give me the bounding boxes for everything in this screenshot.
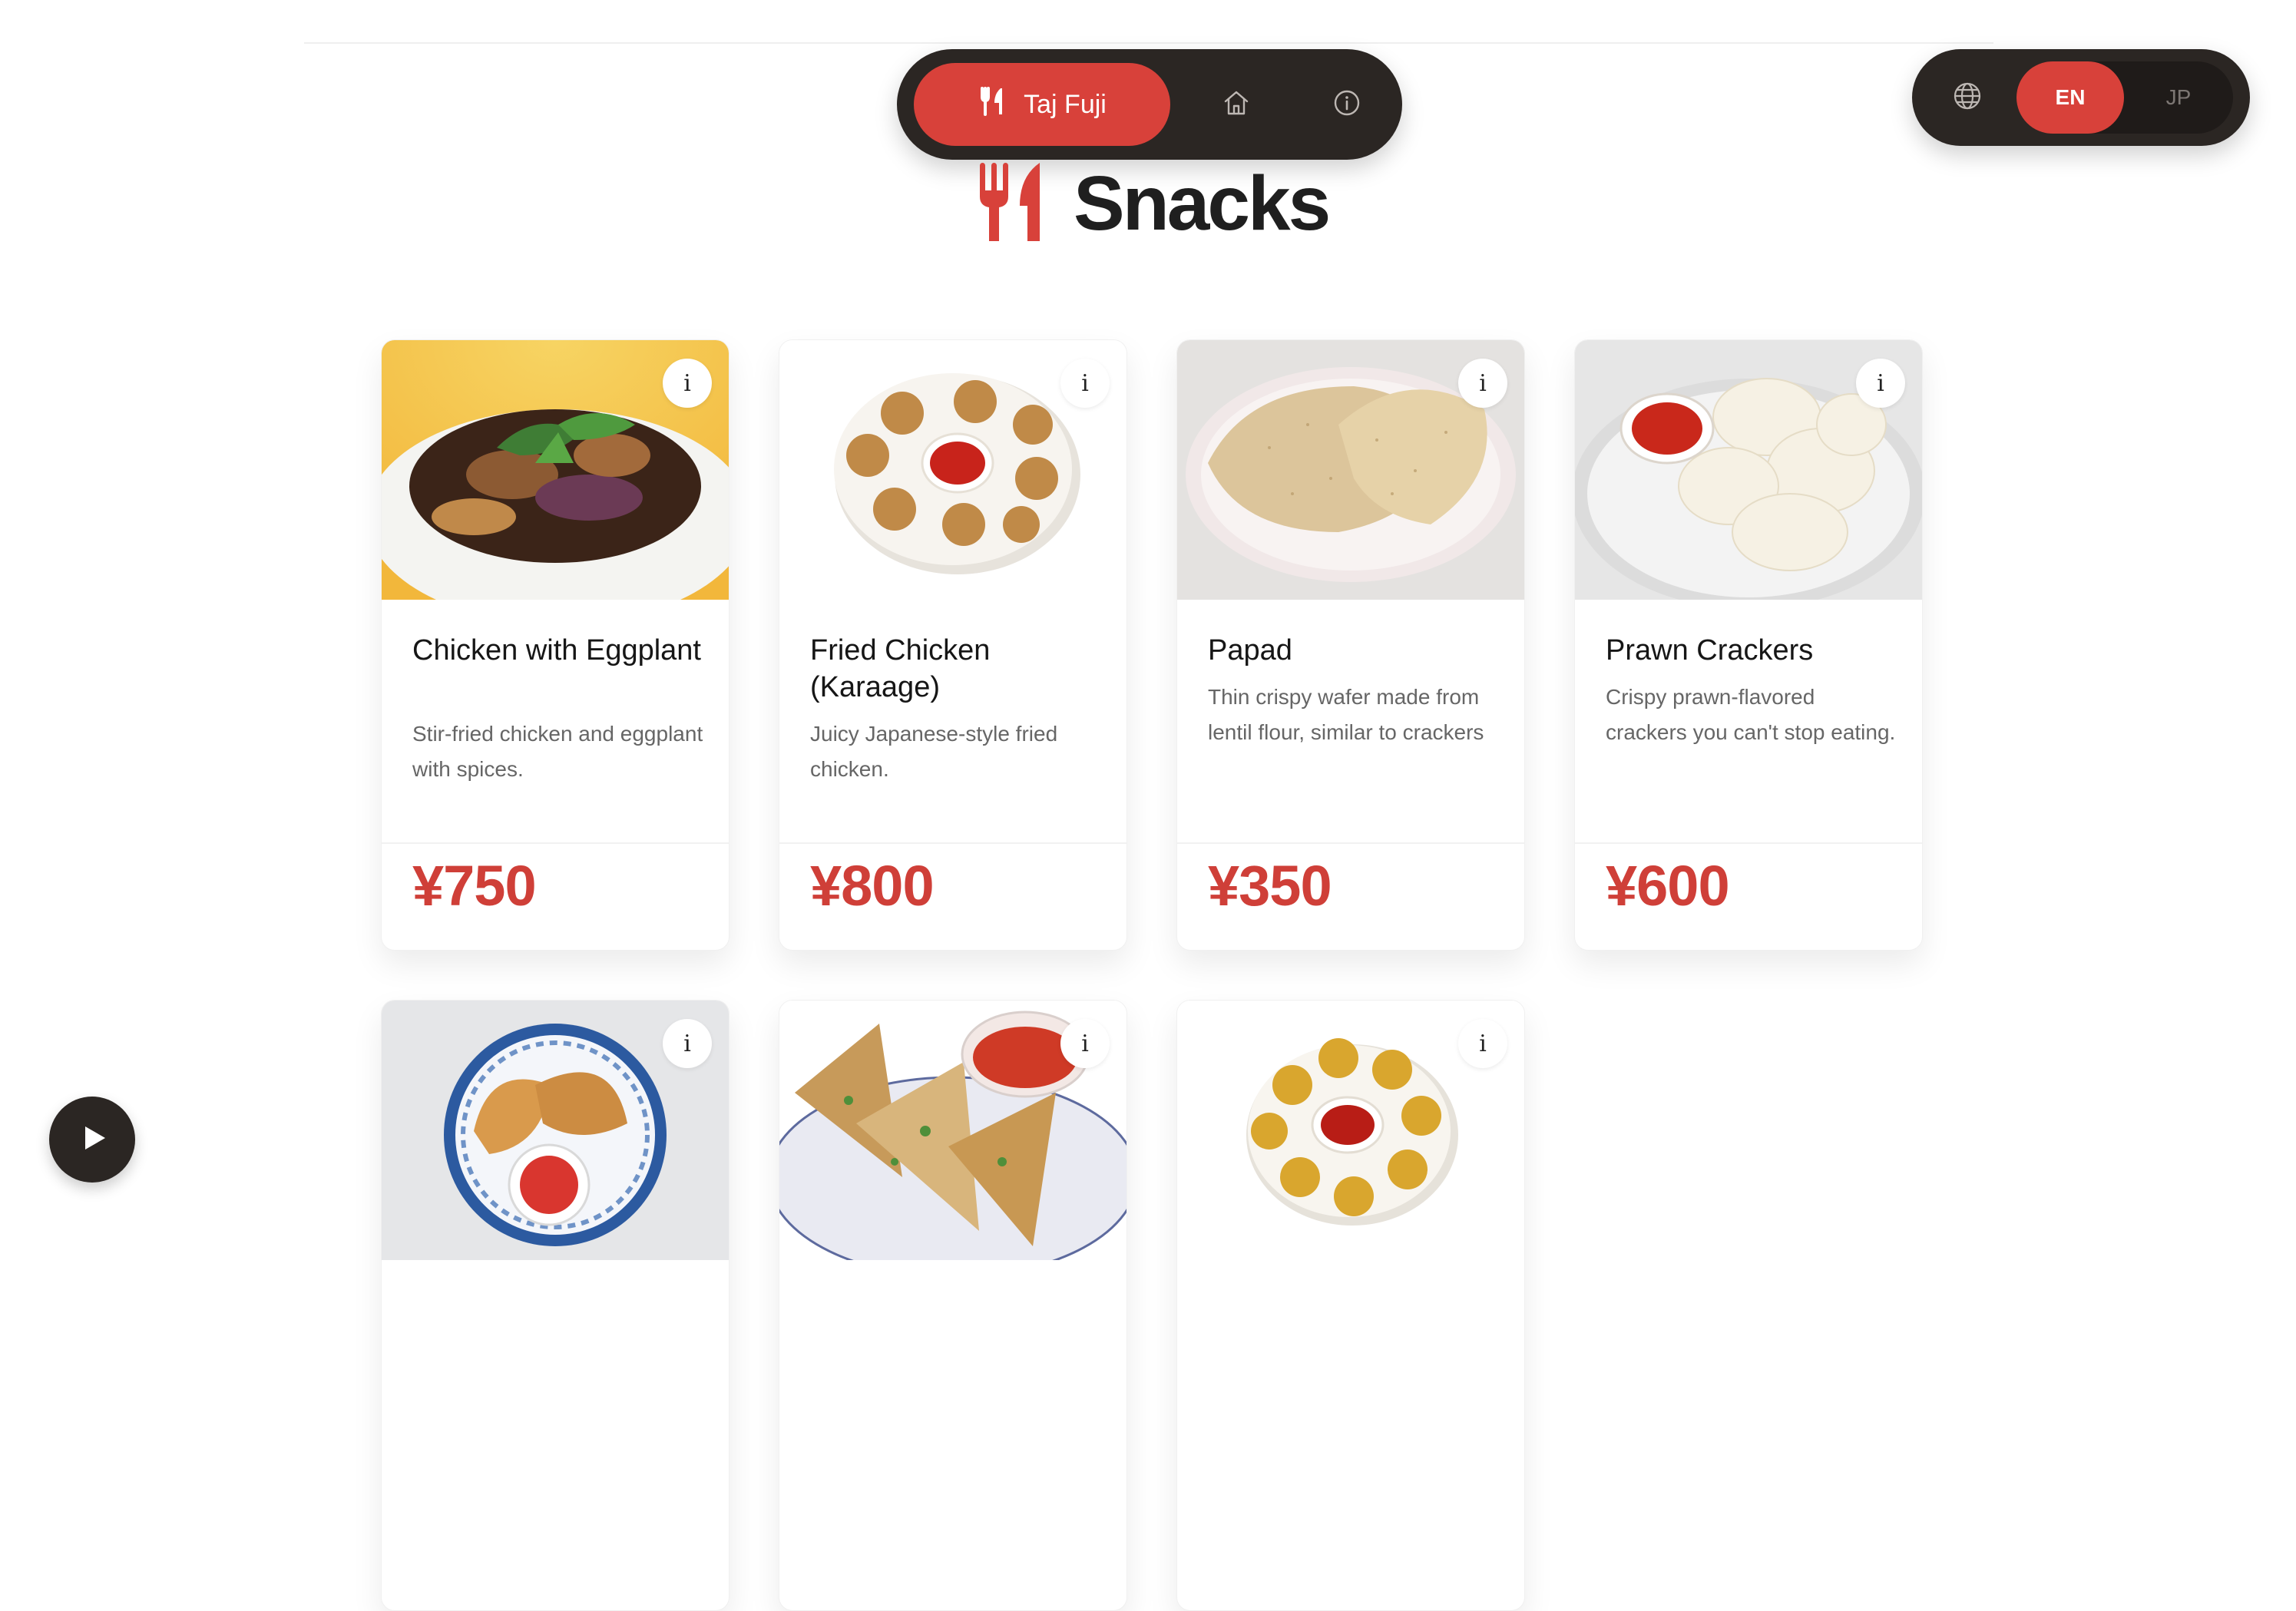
top-divider: [304, 42, 1993, 44]
main-nav: Taj Fuji: [897, 49, 1402, 160]
menu-item-description: Stir-fried chicken and eggplant with spi…: [412, 722, 703, 781]
language-toggle: EN JP: [2016, 61, 2233, 134]
info-icon: [1332, 88, 1361, 121]
utensils-icon: [978, 86, 1007, 124]
play-icon: [76, 1124, 108, 1156]
menu-item-price: ¥800: [810, 854, 935, 918]
page-title: Snacks: [1074, 160, 1331, 246]
menu-item-name: Papad: [1208, 634, 1292, 667]
globe-icon: [1952, 81, 1983, 115]
menu-item-name: Fried Chicken (Karaage): [810, 634, 991, 703]
menu-item-card[interactable]: i: [381, 1000, 729, 1611]
nav-brand-label: Taj Fuji: [1024, 89, 1107, 119]
menu-item-card[interactable]: i: [1176, 1000, 1525, 1611]
menu-item-price: ¥750: [412, 854, 537, 918]
card-divider: [779, 842, 1126, 844]
menu-item-description: Crispy prawn-flavored crackers you can't…: [1606, 685, 1896, 744]
nav-brand-button[interactable]: Taj Fuji: [914, 63, 1170, 146]
menu-item-description: Thin crispy wafer made from lentil flour…: [1208, 685, 1484, 744]
menu-item-name: Chicken with Eggplant: [412, 634, 701, 667]
item-info-button[interactable]: i: [1060, 1019, 1110, 1068]
menu-item-card[interactable]: i Fried Chicken (Karaage) Juicy Japanese…: [779, 339, 1127, 951]
menu-item-name: Prawn Crackers: [1606, 634, 1814, 667]
card-divider: [1575, 842, 1922, 844]
home-icon: [1222, 88, 1251, 121]
card-divider: [382, 842, 729, 844]
play-button[interactable]: [49, 1097, 135, 1183]
section-heading: Snacks: [978, 154, 1331, 253]
item-info-button[interactable]: i: [1458, 1019, 1507, 1068]
language-globe-button[interactable]: [1943, 73, 1992, 122]
menu-item-price: ¥350: [1208, 854, 1332, 918]
item-info-button[interactable]: i: [663, 1019, 712, 1068]
utensils-icon: [978, 160, 1046, 248]
menu-item-card[interactable]: i Papad Thin crispy wafer made from lent…: [1176, 339, 1525, 951]
item-info-button[interactable]: i: [663, 359, 712, 408]
language-option-jp[interactable]: JP: [2124, 61, 2233, 134]
language-switcher: EN JP: [1912, 49, 2250, 146]
card-divider: [1177, 842, 1524, 844]
item-info-button[interactable]: i: [1060, 359, 1110, 408]
item-info-button[interactable]: i: [1458, 359, 1507, 408]
item-info-button[interactable]: i: [1856, 359, 1905, 408]
home-button[interactable]: [1210, 78, 1262, 131]
language-option-en[interactable]: EN: [2016, 61, 2124, 134]
menu-item-description: Juicy Japanese-style fried chicken.: [810, 722, 1058, 781]
menu-item-price: ¥600: [1606, 854, 1730, 918]
about-button[interactable]: [1321, 78, 1373, 131]
menu-item-card[interactable]: i: [779, 1000, 1127, 1611]
menu-item-card[interactable]: i Prawn Crackers Crispy prawn-flavored c…: [1574, 339, 1923, 951]
menu-item-card[interactable]: i Chicken with Eggplant Stir-fried chick…: [381, 339, 729, 951]
